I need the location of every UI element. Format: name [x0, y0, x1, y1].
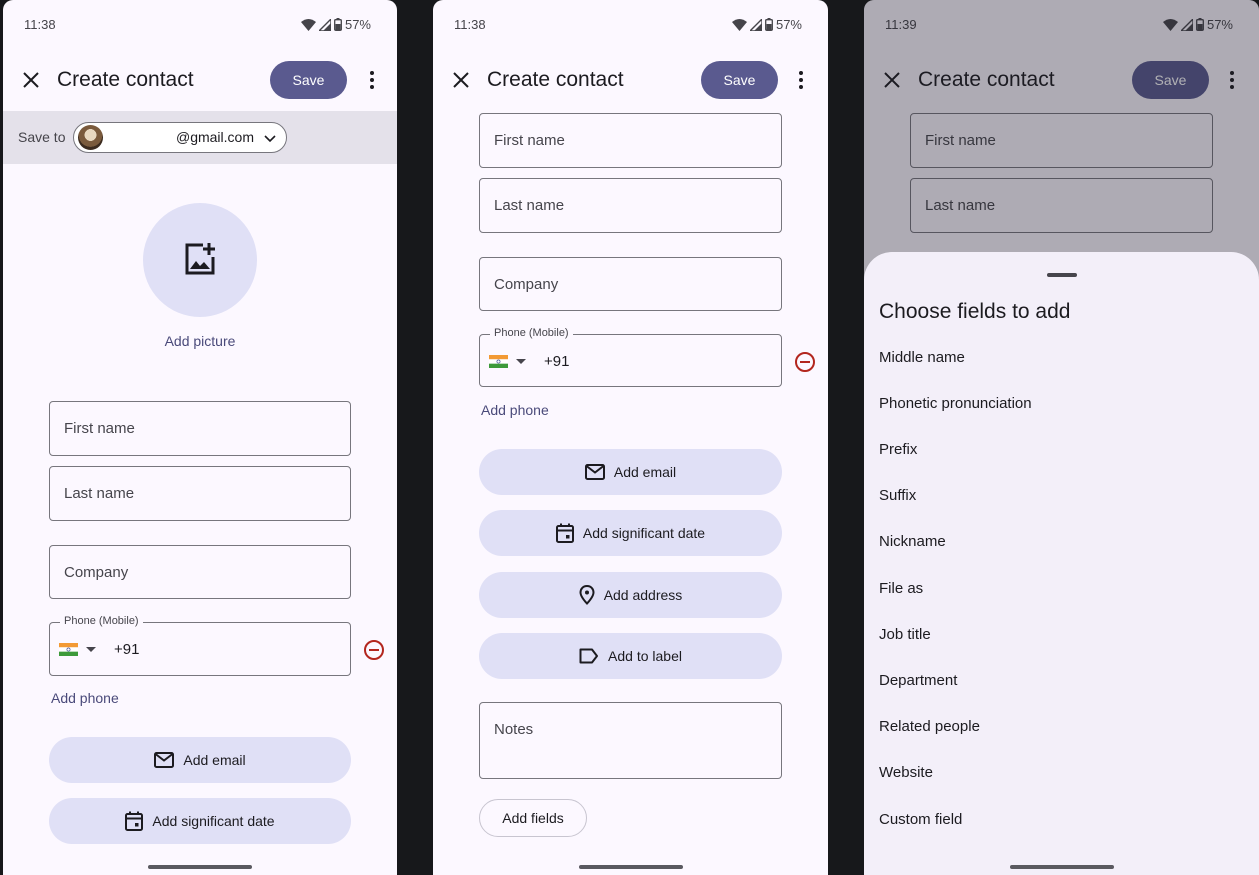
- company-field[interactable]: Company: [479, 257, 782, 311]
- chevron-down-icon: [264, 135, 276, 143]
- phone-country-code: +91: [114, 641, 140, 658]
- home-indicator[interactable]: [578, 865, 683, 869]
- india-flag-icon[interactable]: [59, 643, 78, 656]
- last-name-field[interactable]: Last name: [49, 466, 351, 521]
- battery-percent: 57%: [775, 17, 802, 32]
- location-pin-icon: [579, 585, 595, 605]
- phone-field[interactable]: Phone (Mobile) +91: [479, 327, 782, 387]
- phone-label: Phone (Mobile): [490, 327, 573, 339]
- last-name-placeholder: Last name: [64, 485, 135, 502]
- add-significant-date-label: Add significant date: [582, 525, 706, 541]
- field-option-phonetic-pronunciation[interactable]: Phonetic pronunciation: [864, 380, 1259, 426]
- save-to-label: Save to: [18, 129, 66, 145]
- wifi-icon: [300, 18, 316, 31]
- field-option-prefix[interactable]: Prefix: [864, 426, 1259, 472]
- add-email-button[interactable]: Add email: [49, 737, 351, 783]
- add-email-label: Add email: [183, 752, 246, 768]
- notes-placeholder: Notes: [494, 721, 534, 738]
- first-name-placeholder: First name: [494, 132, 565, 149]
- app-bar: Create contact Save: [3, 60, 397, 100]
- phone-country-code: +91: [544, 353, 570, 370]
- status-time: 11:38: [454, 17, 486, 32]
- email-icon: [584, 464, 605, 480]
- first-name-field[interactable]: First name: [49, 401, 351, 456]
- add-significant-date-label: Add significant date: [152, 813, 275, 829]
- save-button[interactable]: Save: [270, 61, 347, 99]
- company-placeholder: Company: [494, 276, 559, 293]
- more-options-icon[interactable]: [361, 69, 383, 91]
- last-name-field[interactable]: Last name: [479, 178, 782, 233]
- save-button[interactable]: Save: [701, 61, 778, 99]
- add-picture-button[interactable]: [143, 203, 257, 317]
- more-options-icon[interactable]: [790, 69, 812, 91]
- signal-icon: [318, 18, 331, 31]
- screen-create-contact-top: 11:38 57% Create contact Save Save to @g…: [3, 0, 397, 875]
- add-significant-date-button[interactable]: Add significant date: [479, 510, 782, 556]
- screen-create-contact-scrolled: 11:38 57% Create contact Save First name…: [433, 0, 828, 875]
- field-option-nickname[interactable]: Nickname: [864, 519, 1259, 565]
- signal-icon: [749, 18, 762, 31]
- wifi-icon: [731, 18, 747, 31]
- page-title: Create contact: [57, 68, 194, 91]
- add-phone-button[interactable]: Add phone: [51, 690, 119, 706]
- calendar-icon: [555, 523, 574, 543]
- page-title: Create contact: [487, 68, 624, 91]
- field-option-job-title[interactable]: Job title: [864, 611, 1259, 657]
- first-name-placeholder: First name: [64, 420, 135, 437]
- remove-phone-icon[interactable]: [363, 639, 385, 661]
- field-option-middle-name[interactable]: Middle name: [864, 334, 1259, 380]
- field-option-custom-field[interactable]: Custom field: [864, 796, 1259, 842]
- add-address-button[interactable]: Add address: [479, 572, 782, 618]
- phone-field[interactable]: Phone (Mobile) +91: [49, 615, 351, 676]
- calendar-icon: [125, 811, 144, 831]
- add-address-label: Add address: [603, 587, 683, 603]
- close-icon[interactable]: [450, 69, 472, 91]
- add-email-button[interactable]: Add email: [479, 449, 782, 495]
- last-name-placeholder: Last name: [494, 197, 565, 214]
- close-icon[interactable]: [20, 69, 42, 91]
- first-name-field[interactable]: First name: [479, 113, 782, 168]
- company-placeholder: Company: [64, 564, 129, 581]
- add-significant-date-button[interactable]: Add significant date: [49, 798, 351, 844]
- company-field[interactable]: Company: [49, 545, 351, 599]
- add-fields-button[interactable]: Add fields: [479, 799, 587, 837]
- country-dropdown-icon[interactable]: [516, 359, 526, 364]
- battery-icon: [334, 18, 342, 31]
- avatar: [78, 125, 103, 150]
- sheet-title: Choose fields to add: [879, 300, 1071, 323]
- notes-field[interactable]: Notes: [479, 702, 782, 779]
- email-icon: [154, 752, 175, 768]
- phone-label: Phone (Mobile): [60, 615, 143, 627]
- account-selector[interactable]: @gmail.com: [73, 122, 287, 153]
- save-to-bar: Save to @gmail.com: [3, 111, 397, 164]
- field-option-suffix[interactable]: Suffix: [864, 473, 1259, 519]
- home-indicator[interactable]: [148, 865, 252, 869]
- add-phone-button[interactable]: Add phone: [481, 402, 549, 418]
- add-picture-label[interactable]: Add picture: [3, 333, 397, 349]
- india-flag-icon[interactable]: [489, 355, 508, 368]
- status-time: 11:38: [24, 17, 56, 32]
- home-indicator[interactable]: [1009, 865, 1114, 869]
- battery-percent: 57%: [344, 17, 371, 32]
- drag-handle[interactable]: [1046, 273, 1077, 277]
- label-icon: [579, 648, 599, 664]
- add-to-label-button[interactable]: Add to label: [479, 633, 782, 679]
- add-email-label: Add email: [613, 464, 677, 480]
- field-option-website[interactable]: Website: [864, 750, 1259, 796]
- country-dropdown-icon[interactable]: [86, 647, 96, 652]
- remove-phone-icon[interactable]: [794, 351, 816, 373]
- field-option-department[interactable]: Department: [864, 657, 1259, 703]
- screen-choose-fields-sheet: 11:39 57% Create contact Save First name…: [864, 0, 1259, 875]
- status-bar: 11:38 57%: [3, 17, 397, 33]
- battery-icon: [765, 18, 773, 31]
- add-photo-icon: [185, 243, 215, 275]
- field-option-file-as[interactable]: File as: [864, 565, 1259, 611]
- add-to-label-label: Add to label: [608, 648, 682, 664]
- app-bar: Create contact Save: [433, 60, 828, 100]
- status-bar: 11:38 57%: [433, 17, 828, 33]
- choose-fields-sheet: Choose fields to add Middle name Phonetic…: [864, 252, 1259, 875]
- account-email: @gmail.com: [175, 129, 254, 145]
- field-option-related-people[interactable]: Related people: [864, 704, 1259, 750]
